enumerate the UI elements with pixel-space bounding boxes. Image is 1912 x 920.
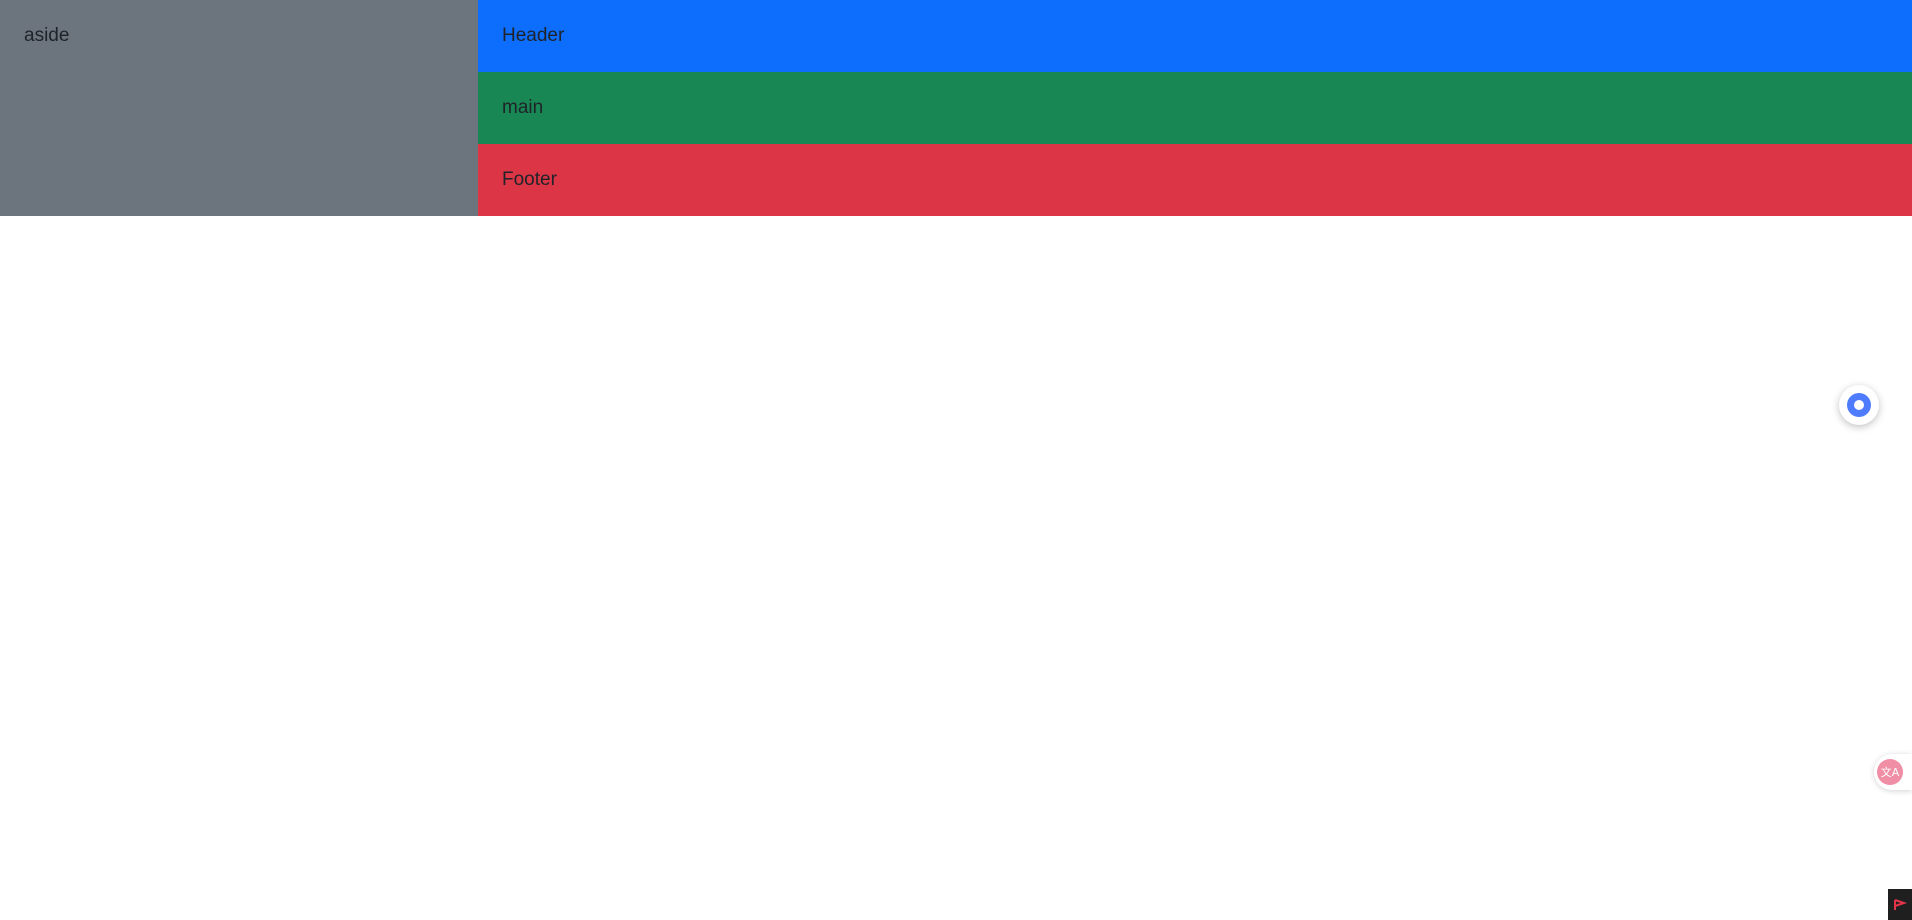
header-label: Header [502, 25, 565, 46]
main-label: main [502, 97, 544, 118]
translate-glyph: 文A [1880, 766, 1900, 779]
aside-label: aside [24, 25, 70, 46]
translate-button[interactable]: 文A [1874, 754, 1912, 790]
footer-region: Footer [478, 144, 1912, 216]
corner-toolbar-button[interactable] [1888, 889, 1912, 920]
floating-assistant-button[interactable] [1839, 385, 1879, 425]
content-column: Header main Footer [478, 0, 1912, 216]
aside-panel: aside [0, 0, 478, 216]
flag-icon [1894, 898, 1907, 910]
assistant-bubble-icon [1847, 393, 1871, 417]
page-layout: aside Header main Footer [0, 0, 1912, 216]
footer-label: Footer [502, 169, 557, 190]
header-region: Header [478, 0, 1912, 72]
translate-icon: 文A [1877, 759, 1903, 785]
main-region: main [478, 72, 1912, 144]
